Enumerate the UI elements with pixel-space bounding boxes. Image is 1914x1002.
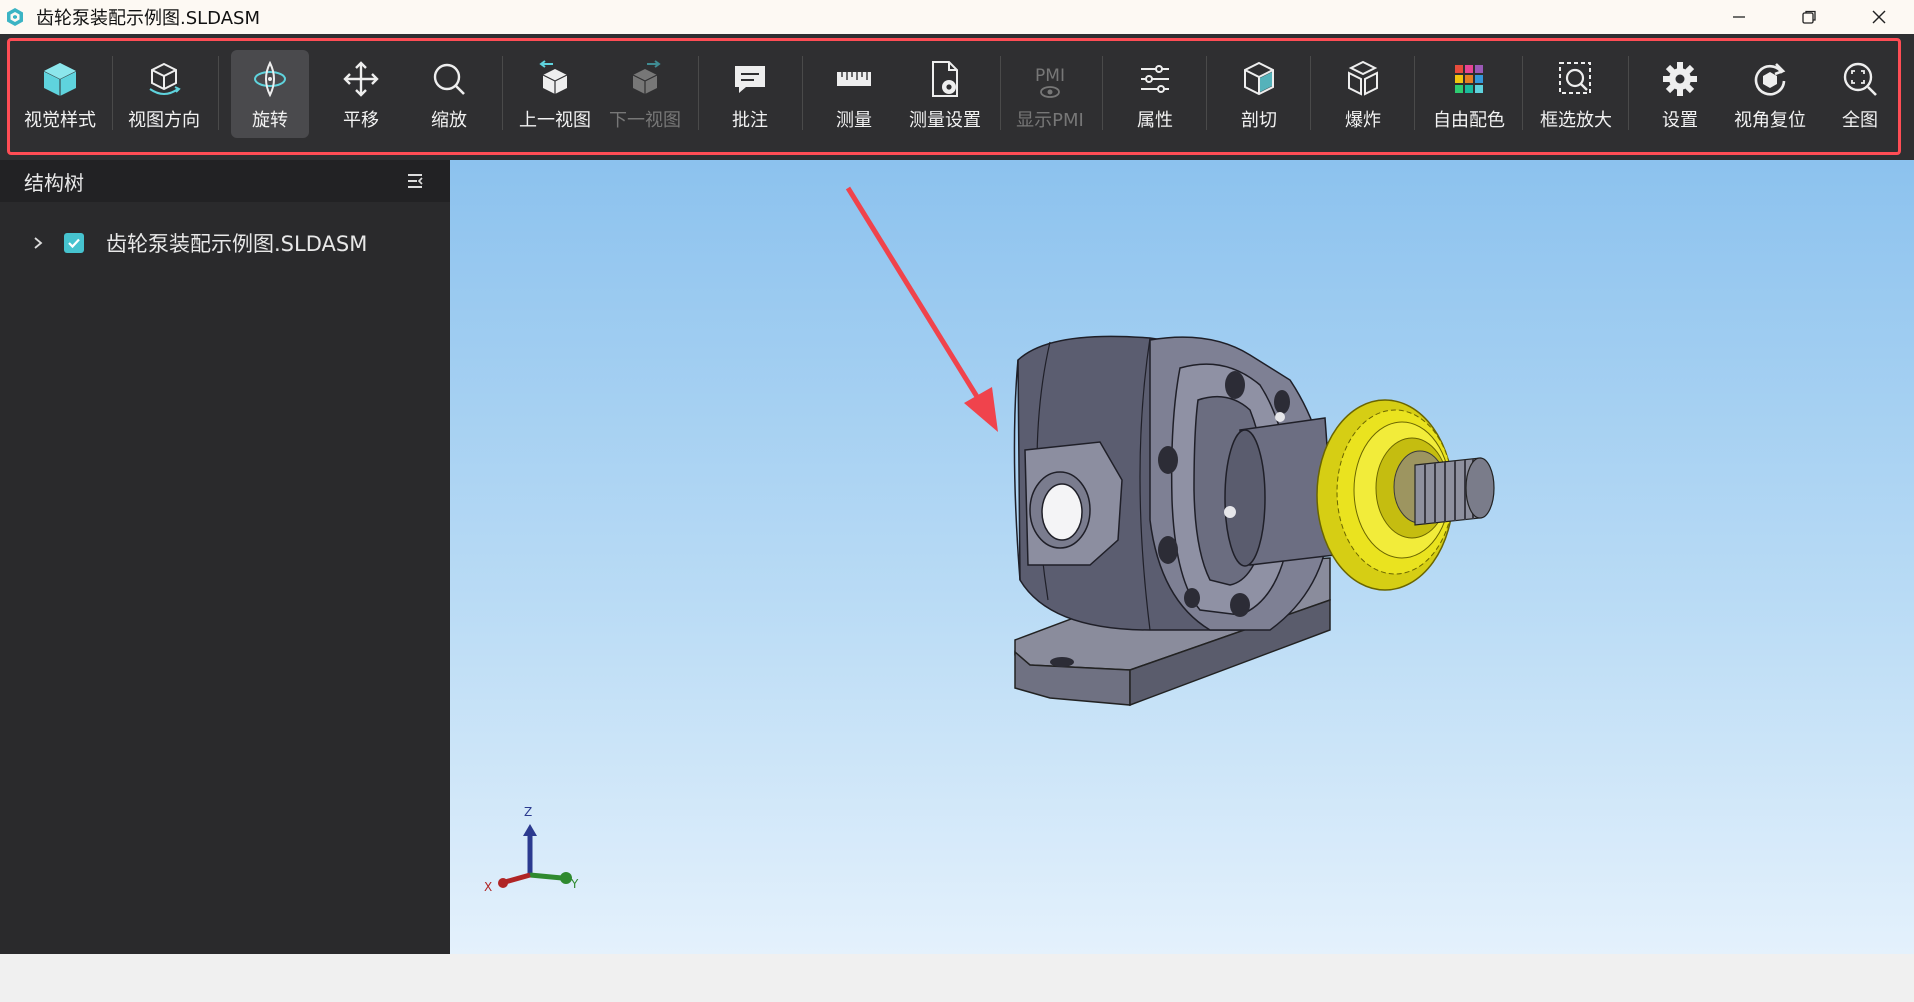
tool-fit-all[interactable]: 全图 bbox=[1820, 50, 1900, 138]
app-logo-icon bbox=[7, 8, 23, 26]
tool-free-coloring[interactable]: 自由配色 bbox=[1424, 50, 1514, 138]
tool-label: 显示PMI bbox=[1016, 110, 1084, 131]
visibility-checkbox[interactable] bbox=[64, 233, 84, 253]
axis-triad bbox=[498, 824, 572, 888]
tool-rotate[interactable]: 旋转 bbox=[231, 50, 309, 138]
annotation-arrow bbox=[845, 186, 998, 432]
minimize-icon bbox=[1733, 16, 1745, 18]
tool-label: 爆炸 bbox=[1345, 110, 1381, 131]
section-icon bbox=[1244, 61, 1274, 96]
pan-icon bbox=[343, 61, 379, 97]
close-button[interactable] bbox=[1844, 0, 1914, 34]
fit-all-icon bbox=[1843, 62, 1877, 96]
tool-annotate[interactable]: 批注 bbox=[710, 50, 790, 138]
view-orient-icon bbox=[149, 62, 181, 95]
pmi-icon-text: PMI bbox=[1035, 66, 1065, 86]
collapse-panel-icon[interactable] bbox=[406, 172, 424, 190]
tool-label: 测量 bbox=[836, 110, 872, 131]
tool-reset-view[interactable]: 视角复位 bbox=[1726, 50, 1814, 138]
pmi-icon: PMI bbox=[1025, 54, 1075, 104]
tool-label: 旋转 bbox=[252, 110, 288, 131]
tool-label: 视觉样式 bbox=[24, 110, 96, 131]
tool-label: 视图方向 bbox=[128, 110, 200, 131]
restore-icon bbox=[1802, 10, 1816, 24]
tool-measure-settings[interactable]: 测量设置 bbox=[900, 50, 990, 138]
box-zoom-icon bbox=[1559, 62, 1591, 94]
tool-label: 视角复位 bbox=[1734, 110, 1806, 131]
gear-pump-model bbox=[498, 186, 1495, 888]
restore-button[interactable] bbox=[1774, 0, 1844, 34]
tool-show-pmi[interactable]: PMI 显示PMI bbox=[1008, 50, 1092, 138]
close-icon bbox=[1872, 10, 1886, 24]
tree-item-label: 齿轮泵装配示例图.SLDASM bbox=[106, 232, 368, 256]
tool-pan[interactable]: 平移 bbox=[322, 50, 400, 138]
tool-label: 平移 bbox=[343, 110, 379, 131]
tool-view-direction[interactable]: 视图方向 bbox=[122, 50, 206, 138]
eye-icon bbox=[1040, 86, 1060, 98]
explode-icon bbox=[1348, 60, 1378, 96]
chevron-right-icon[interactable] bbox=[30, 235, 46, 251]
prev-view-icon bbox=[539, 60, 568, 94]
tool-label: 属性 bbox=[1137, 110, 1173, 131]
tool-settings[interactable]: 设置 bbox=[1640, 50, 1720, 138]
pump-front-cover bbox=[1149, 336, 1336, 631]
check-icon bbox=[68, 238, 80, 249]
tool-properties[interactable]: 属性 bbox=[1115, 50, 1195, 138]
tool-section[interactable]: 剖切 bbox=[1219, 50, 1299, 138]
axis-z-label: Z bbox=[524, 805, 533, 819]
cube-solid-icon bbox=[43, 63, 77, 96]
measure-settings-icon bbox=[932, 61, 958, 97]
title-bar: 齿轮泵装配示例图.SLDASM bbox=[0, 0, 1914, 34]
tool-label: 全图 bbox=[1842, 110, 1878, 131]
next-view-icon bbox=[632, 60, 661, 94]
tree-item-assembly[interactable]: 齿轮泵装配示例图.SLDASM bbox=[30, 228, 367, 258]
tool-label: 上一视图 bbox=[519, 110, 591, 131]
tool-label: 缩放 bbox=[431, 110, 467, 131]
panel-title: 结构树 bbox=[24, 170, 84, 195]
rotate-icon bbox=[254, 60, 286, 98]
bottom-status-strip bbox=[0, 954, 1914, 1002]
tool-label: 设置 bbox=[1662, 110, 1698, 131]
properties-icon bbox=[1141, 65, 1169, 93]
tool-box-zoom[interactable]: 框选放大 bbox=[1532, 50, 1620, 138]
gear-icon bbox=[1663, 62, 1697, 96]
ruler-icon bbox=[837, 72, 871, 86]
reset-view-icon bbox=[1754, 63, 1786, 96]
tool-zoom[interactable]: 缩放 bbox=[410, 50, 488, 138]
tool-label: 下一视图 bbox=[609, 110, 681, 131]
axis-y-label: Y bbox=[571, 877, 579, 891]
structure-tree-panel: 结构树 齿轮泵装配示例图.SLDASM bbox=[0, 160, 450, 954]
panel-header: 结构树 bbox=[0, 160, 450, 202]
tool-label: 剖切 bbox=[1241, 110, 1277, 131]
tool-label: 自由配色 bbox=[1433, 110, 1505, 131]
tool-visual-style[interactable]: 视觉样式 bbox=[18, 50, 102, 138]
threaded-shaft bbox=[1414, 457, 1495, 526]
tool-explode[interactable]: 爆炸 bbox=[1323, 50, 1403, 138]
comment-icon bbox=[735, 66, 765, 93]
axis-x-label: X bbox=[484, 880, 493, 894]
tool-label: 批注 bbox=[732, 110, 768, 131]
tool-label: 框选放大 bbox=[1540, 110, 1612, 131]
minimize-button[interactable] bbox=[1704, 0, 1774, 34]
zoom-icon bbox=[433, 63, 465, 95]
tool-previous-view[interactable]: 上一视图 bbox=[512, 50, 598, 138]
tool-next-view[interactable]: 下一视图 bbox=[602, 50, 688, 138]
color-grid-icon bbox=[1455, 65, 1483, 93]
tool-label: 测量设置 bbox=[909, 110, 981, 131]
tool-measure[interactable]: 测量 bbox=[814, 50, 894, 138]
window-title: 齿轮泵装配示例图.SLDASM bbox=[36, 8, 260, 29]
3d-viewport[interactable]: Z Y X bbox=[450, 160, 1914, 954]
